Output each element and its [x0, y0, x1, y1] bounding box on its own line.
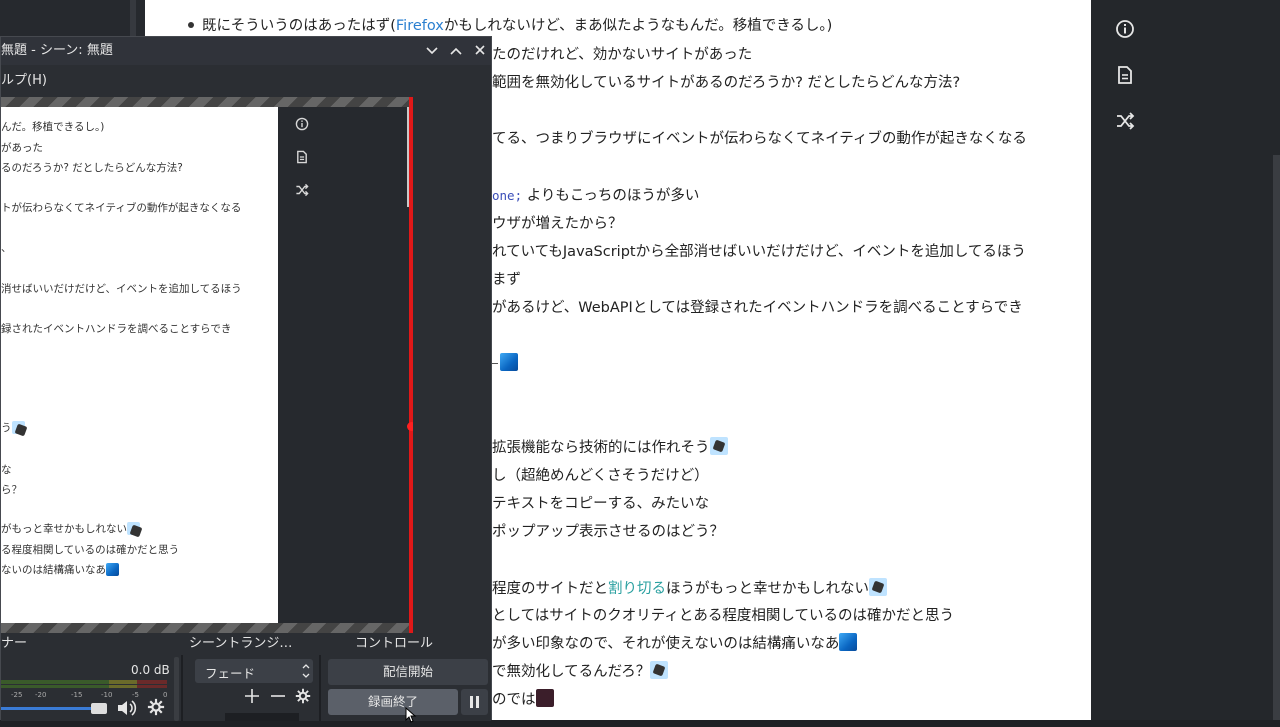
obs-menubar: ルプ(H): [1, 65, 491, 98]
mixer-dock: 0.0 dB -25 -20 -15 -10 -5 0: [1, 655, 183, 721]
mixer-title: ナー: [1, 636, 28, 651]
preview-border: [1, 623, 413, 633]
preview-line: ないのは結構痛いなあ: [1, 562, 119, 577]
shuffle-icon: [294, 183, 310, 201]
chevron-updown-icon: [301, 660, 311, 686]
list-item: が多い印象なので、それが使えないのは結構痛いなあ: [492, 633, 858, 654]
preview-border: [1, 97, 413, 107]
inline-code: one;: [492, 188, 523, 203]
list-item: ポップアップ表示させるのはどう？: [492, 524, 724, 540]
robot-emoji-icon: [709, 437, 728, 455]
warikiru-link[interactable]: 割り切る: [608, 581, 666, 597]
firefox-link[interactable]: Firefox: [396, 18, 444, 34]
control-title: コントロール: [355, 636, 434, 651]
start-streaming-button[interactable]: 配信開始: [328, 659, 488, 685]
list-item: 程度のサイトだと割り切るほうがもっと幸せかもしれない: [492, 578, 887, 599]
volume-meter: [1, 680, 167, 684]
robot-emoji-icon: [127, 522, 140, 535]
window-title: 無題 - シーン: 無題: [1, 43, 113, 58]
document-icon: [294, 150, 310, 168]
preview-line: がもっと幸せかもしれない: [1, 521, 140, 536]
list-item: まず: [492, 272, 521, 288]
list-item: one; よりもこっちのほうが多い: [492, 188, 700, 204]
preview-line: るのだろうか? だとしたらどんな方法?: [1, 162, 183, 174]
list-item: で無効化してるんだろ？: [492, 661, 669, 682]
list-item: たのだけれど、効かないサイトがあった: [492, 47, 753, 63]
blue-emoji-icon: [106, 563, 119, 576]
robot-emoji-icon: [650, 661, 669, 679]
preview-line: る程度相関しているのは確かだと思う: [1, 544, 180, 556]
right-sidebar: [1091, 0, 1280, 720]
obs-preview[interactable]: んだ。移植できるし。) があった るのだろうか? だとしたらどんな方法? トが伝…: [1, 97, 413, 633]
blue-emoji-icon: [500, 353, 518, 371]
obs-window: 無題 - シーン: 無題 ルプ(H) んだ。移植できるし。) があった るのだろ…: [0, 36, 492, 723]
obs-docks: ナー 0.0 dB -25 -20 -15 -10 -5 0 シーントランジ… …: [1, 633, 491, 723]
remove-icon[interactable]: [270, 688, 286, 708]
list-item: れていてもJavaScriptから全部消せばいいだけだけど、イベントを追加してる…: [492, 244, 1026, 260]
robot-emoji-icon: [11, 421, 25, 434]
preview-line: トが伝わらなくてネイティブの動作が起きなくなる: [1, 202, 242, 214]
preview-margin: [413, 97, 491, 633]
list-item: し（超絶めんどくさそうだけど）: [492, 468, 709, 484]
gear-icon[interactable]: [295, 688, 311, 708]
preview-line: な: [1, 464, 12, 476]
list-item: ウザが増えたから？: [492, 216, 623, 232]
shuffle-icon[interactable]: [1115, 111, 1135, 131]
robot-emoji-icon: [869, 578, 887, 596]
transition-title: シーントランジ…: [189, 636, 293, 651]
info-icon[interactable]: [1115, 19, 1135, 39]
scrollbar[interactable]: [174, 657, 179, 721]
mouse-cursor-icon: [405, 706, 417, 727]
transition-dock: フェード: [187, 655, 321, 721]
list-item: としてはサイトのクオリティとある程度相関しているのは確かだと思う: [492, 608, 954, 624]
volume-db: 0.0 dB: [131, 663, 170, 677]
list-item: のでは: [492, 689, 554, 710]
list-item: [492, 353, 518, 374]
info-icon: [294, 117, 310, 135]
preview-page: んだ。移植できるし。) があった るのだろうか? だとしたらどんな方法? トが伝…: [1, 107, 278, 623]
list-item: 範囲を無効化しているサイトがあるのだろうか? だとしたらどんな方法?: [492, 75, 961, 91]
stop-recording-button[interactable]: 録画終了: [328, 689, 458, 715]
preview-line: ら？: [1, 484, 22, 496]
preview-line: があった: [1, 142, 43, 154]
bullet: [188, 22, 194, 28]
speaker-icon[interactable]: [116, 698, 138, 722]
menu-help[interactable]: ルプ(H): [1, 65, 47, 97]
obs-titlebar[interactable]: 無題 - シーン: 無題: [1, 37, 491, 65]
list-item: テキストをコピーする、みたいな: [492, 496, 710, 512]
volume-slider[interactable]: [1, 707, 105, 710]
list-item: 既にそういうのはあったはず(Firefoxかもしれないけど、まあ似たようなもんだ…: [188, 16, 832, 36]
preview-line: 録されたイベントハンドラを調べることすらでき: [1, 323, 232, 335]
document-icon[interactable]: [1115, 65, 1135, 85]
list-item: てる、つまりブラウザにイベントが伝わらなくてネイティブの動作が起きなくなる: [492, 131, 1027, 147]
gear-icon[interactable]: [147, 698, 165, 720]
preview-line: 、: [1, 242, 12, 254]
scrollbar[interactable]: [1273, 155, 1280, 720]
dash: [492, 363, 498, 364]
list-item: 拡張機能なら技術的には作れそう: [492, 437, 728, 458]
preview-line: う: [1, 420, 25, 435]
volume-slider-handle[interactable]: [91, 703, 107, 714]
preview-sidebar: [278, 107, 409, 623]
pause-button[interactable]: [461, 689, 488, 715]
list-item: があるけど、WebAPIとしては登録されたイベントハンドラを調べることすらでき: [492, 300, 1023, 316]
avatar-emoji-icon: [535, 689, 554, 707]
preview-line: 消せばいいだけだけど、イベントを追加してるほう: [1, 283, 242, 295]
blue-emoji-icon: [839, 633, 858, 651]
preview-line: んだ。移植できるし。): [1, 121, 105, 133]
add-icon[interactable]: [244, 688, 260, 708]
transition-select[interactable]: フェード: [195, 659, 313, 683]
volume-meter: [1, 685, 167, 688]
